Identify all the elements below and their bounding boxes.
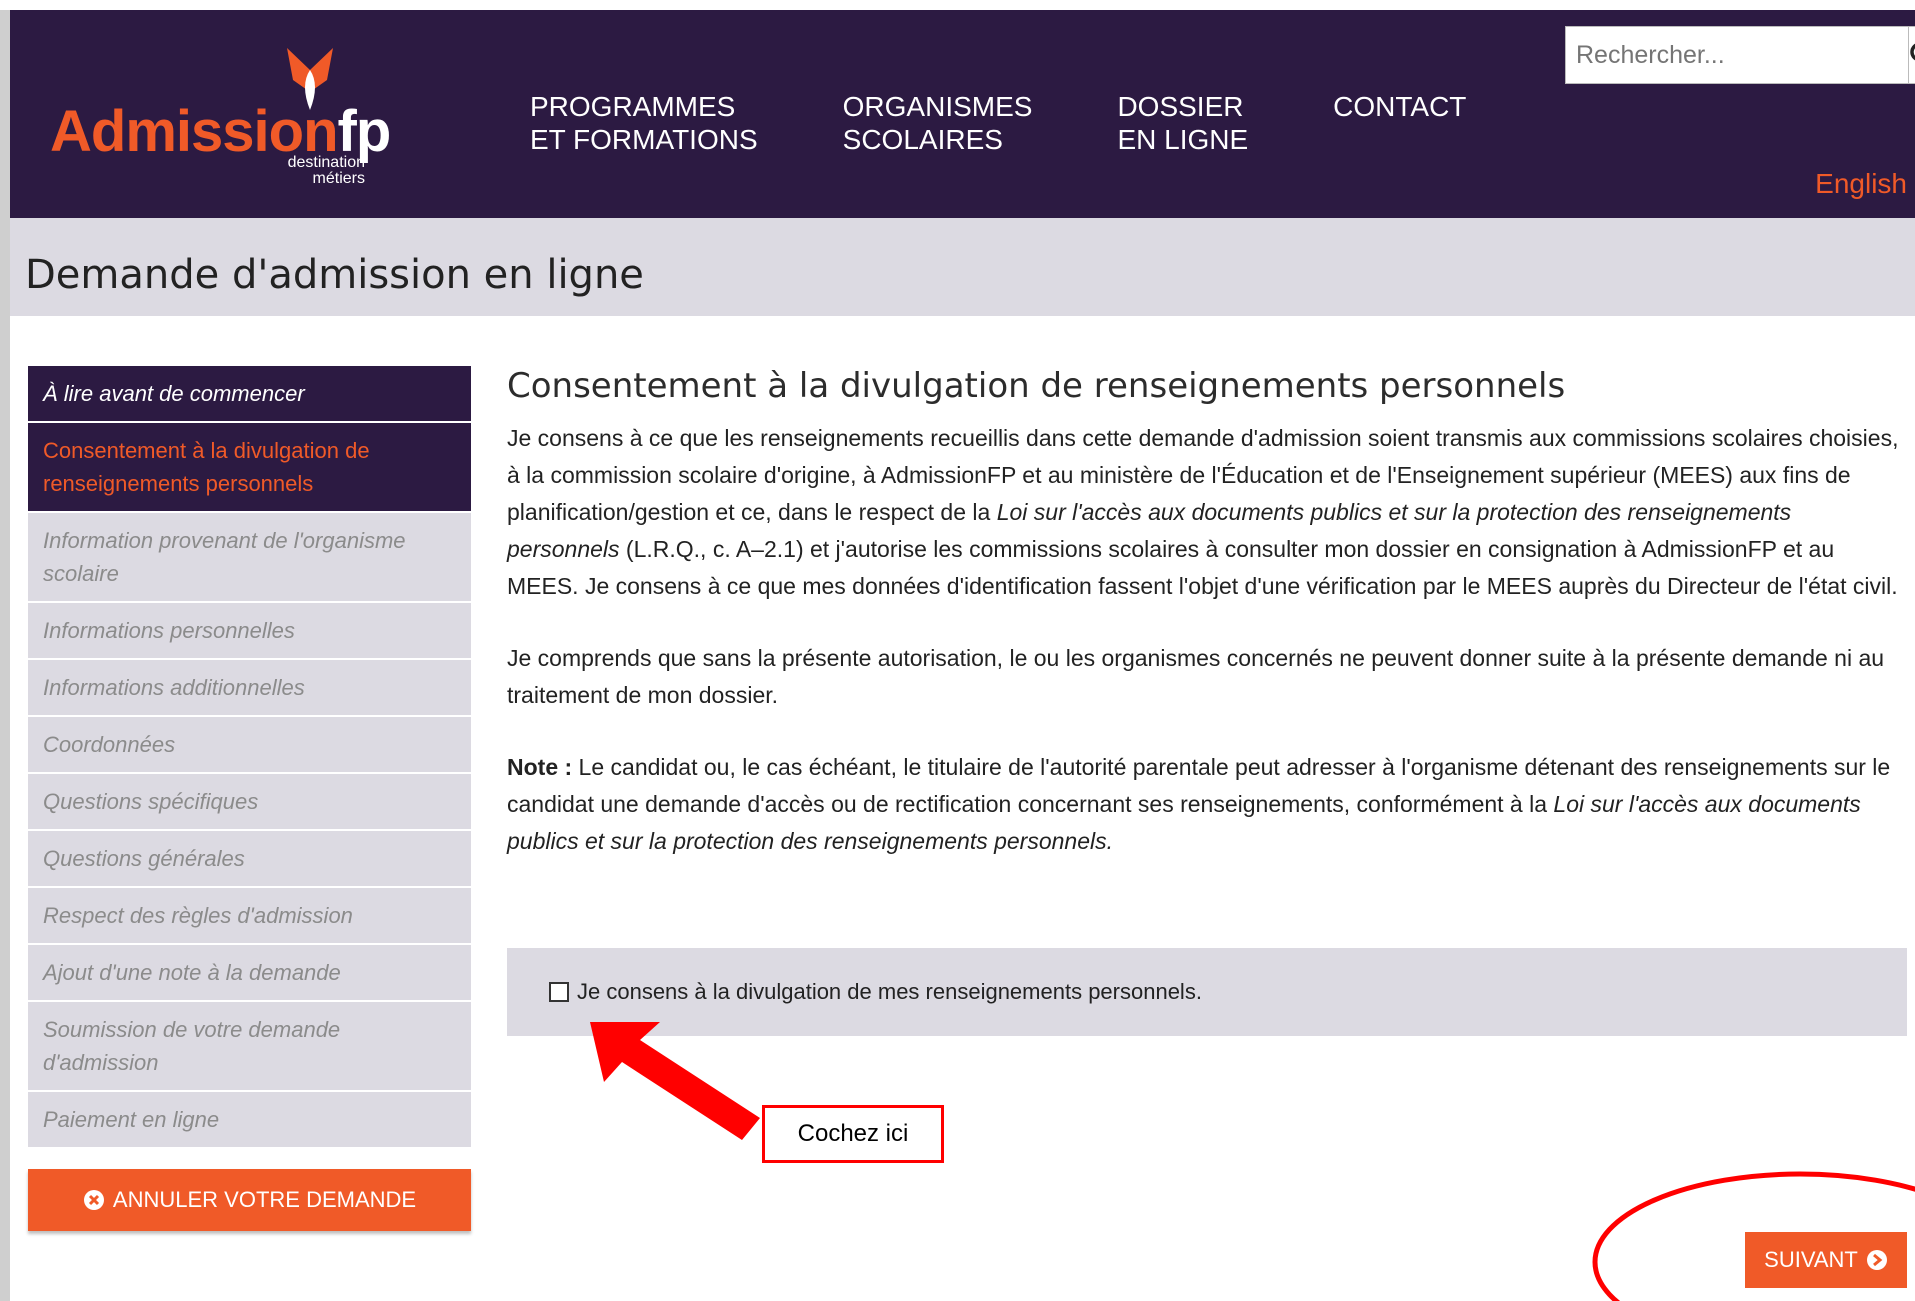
cancel-request-button[interactable]: ANNULER VOTRE DEMANDE (28, 1169, 471, 1231)
sidebar-item-respect-regles[interactable]: Respect des règles d'admission (28, 888, 471, 945)
language-link[interactable]: English (1815, 168, 1907, 200)
logo-tagline: destination métiers (287, 154, 365, 187)
annotation-arrow (590, 1022, 760, 1140)
annotation-callout: Cochez ici (762, 1105, 944, 1163)
sidebar-item-soumission[interactable]: Soumission de votre demande d'admission (28, 1002, 471, 1092)
consent-checkbox-label[interactable]: Je consens à la divulgation de mes rense… (577, 979, 1202, 1005)
search-button[interactable] (1908, 27, 1915, 83)
window-left-border (0, 10, 10, 1301)
sidebar-item-consentement[interactable]: Consentement à la divulgation de renseig… (28, 423, 471, 513)
sidebar-item-questions-generales[interactable]: Questions générales (28, 831, 471, 888)
page: Admissionfp destination métiers PROGRAMM… (0, 0, 1915, 1301)
search-icon (1910, 43, 1915, 61)
search-input[interactable] (1566, 27, 1908, 83)
note-paragraph: Note : Le candidat ou, le cas échéant, l… (507, 754, 1891, 854)
sidebar-item-informations-additionnelles[interactable]: Informations additionnelles (28, 660, 471, 717)
chevron-right-circle-icon (1866, 1250, 1887, 1270)
sidebar-item-coordonnees[interactable]: Coordonnées (28, 717, 471, 774)
sidebar-item-paiement[interactable]: Paiement en ligne (28, 1092, 471, 1149)
nav-dossier[interactable]: DOSSIER EN LIGNE (1117, 90, 1248, 156)
page-title: Demande d'admission en ligne (25, 252, 644, 298)
admissionfp-logo[interactable]: Admissionfp destination métiers (50, 40, 391, 200)
nav-organismes[interactable]: ORGANISMES SCOLAIRES (843, 90, 1033, 156)
consent-checkbox[interactable] (549, 982, 569, 1002)
main-content: Consentement à la divulgation de renseig… (507, 366, 1907, 895)
main-nav: PROGRAMMES ET FORMATIONS ORGANISMES SCOLAI… (530, 90, 1551, 156)
sidebar-item-ajout-note[interactable]: Ajout d'une note à la demande (28, 945, 471, 1002)
search-box (1565, 26, 1915, 84)
sidebar-item-informations-personnelles[interactable]: Informations personnelles (28, 603, 471, 660)
consent-checkbox-row[interactable]: Je consens à la divulgation de mes rense… (507, 948, 1907, 1036)
nav-programmes[interactable]: PROGRAMMES ET FORMATIONS (530, 90, 758, 156)
close-circle-icon (83, 1190, 104, 1210)
sidebar-item-information-organisme[interactable]: Information provenant de l'organisme sco… (28, 513, 471, 603)
sidebar-item-questions-specifiques[interactable]: Questions spécifiques (28, 774, 471, 831)
steps-sidebar: À lire avant de commencer Consentement à… (28, 366, 471, 1231)
nav-contact[interactable]: CONTACT (1333, 90, 1466, 156)
section-heading: Consentement à la divulgation de renseig… (507, 366, 1566, 406)
consent-paragraph: Je consens à ce que les renseignements r… (507, 425, 1899, 599)
sidebar-item-lire-avant[interactable]: À lire avant de commencer (28, 366, 471, 423)
site-header: Admissionfp destination métiers PROGRAMM… (10, 10, 1915, 218)
authorization-paragraph: Je comprends que sans la présente autori… (507, 645, 1885, 708)
page-title-bar: Demande d'admission en ligne (10, 218, 1915, 316)
next-button[interactable]: SUIVANT (1745, 1232, 1907, 1288)
